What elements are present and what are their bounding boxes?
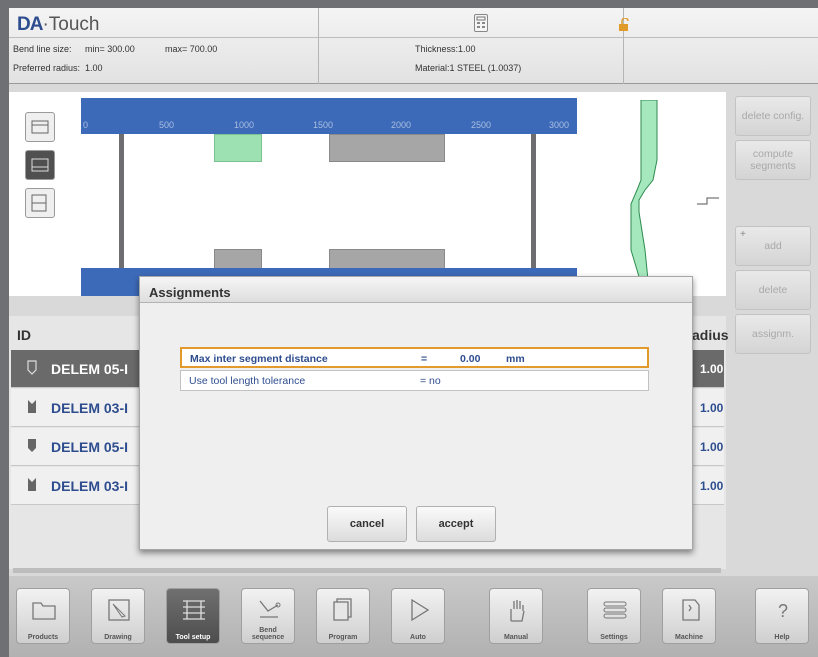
nav-bend-sequence[interactable]: Bend sequence xyxy=(241,588,295,644)
app-window: DA·Touch Bend line size: min= 300.00 max… xyxy=(9,8,818,657)
assignments-button[interactable]: assignm. xyxy=(735,314,811,354)
delete-button[interactable]: delete xyxy=(735,270,811,310)
column-header-radius: adius xyxy=(692,327,729,343)
add-button[interactable]: + add xyxy=(735,226,811,266)
cancel-button[interactable]: cancel xyxy=(327,506,407,542)
nav-label: Machine xyxy=(674,634,703,641)
column-header-id: ID xyxy=(17,327,31,343)
tool-radius: 1.00 xyxy=(700,479,724,493)
tool-profile-icon xyxy=(630,100,719,291)
program-icon xyxy=(333,598,352,621)
selected-punch-segment[interactable] xyxy=(214,134,262,162)
nav-auto[interactable]: Auto xyxy=(391,588,445,644)
field-unit: mm xyxy=(506,353,525,365)
die-icon xyxy=(28,400,36,413)
field-label: Use tool length tolerance xyxy=(189,375,306,387)
use-tool-length-tolerance-field[interactable]: Use tool length tolerance = no xyxy=(180,370,649,391)
calculator-icon[interactable] xyxy=(474,14,488,32)
bend-line-max: max= 700.00 xyxy=(165,44,218,54)
tool-radius: 1.00 xyxy=(700,362,724,376)
nav-label: sequence xyxy=(251,634,285,641)
nav-label: Manual xyxy=(503,634,529,641)
nav-label: Tool setup xyxy=(175,634,211,641)
die-segment[interactable] xyxy=(329,249,445,269)
die-segment[interactable] xyxy=(214,249,262,269)
header: DA·Touch Bend line size: min= 300.00 max… xyxy=(9,8,818,84)
machine-post-left xyxy=(119,134,124,268)
ruler-tick: 2500 xyxy=(471,120,492,130)
nav-label: Help xyxy=(774,634,790,641)
machine-icon xyxy=(682,599,700,621)
nav-settings[interactable]: Settings xyxy=(587,588,641,644)
ruler-tick: 500 xyxy=(159,120,175,130)
accept-button[interactable]: accept xyxy=(416,506,496,542)
drawing-icon xyxy=(108,599,130,621)
nav-help[interactable]: ? Help xyxy=(755,588,809,644)
machine-post-right xyxy=(531,134,536,268)
field-value: = no xyxy=(420,375,441,387)
svg-text:?: ? xyxy=(778,601,788,621)
max-inter-segment-distance-field[interactable]: Max inter segment distance = 0.00 mm xyxy=(180,347,649,368)
settings-icon xyxy=(603,601,627,619)
tool-drawing-area[interactable]: 0 500 1000 1500 2000 2500 3000 xyxy=(9,92,726,296)
nav-label: Auto xyxy=(410,634,426,641)
nav-products[interactable]: Products xyxy=(16,588,70,644)
field-value: 0.00 xyxy=(460,353,481,365)
punch-segment[interactable] xyxy=(329,134,445,162)
ruler-tick: 3000 xyxy=(549,120,570,130)
field-label: Max inter segment distance xyxy=(190,353,328,365)
punch-icon xyxy=(27,360,37,375)
nav-label: Drawing xyxy=(104,634,132,641)
preferred-radius-value: 1.00 xyxy=(85,63,103,73)
add-plus-icon: + xyxy=(740,229,746,240)
punch-icon xyxy=(28,439,36,452)
material: Material:1 STEEL (1.0037) xyxy=(415,63,522,73)
tool-id: DELEM 03-I xyxy=(51,400,129,416)
add-button-label: add xyxy=(764,240,782,252)
nav-label: Products xyxy=(27,634,59,641)
ruler-tick: 1000 xyxy=(234,120,255,130)
preferred-radius-label: Preferred radius: xyxy=(13,63,81,73)
ruler-tick: 2000 xyxy=(391,120,412,130)
nav-label: Settings xyxy=(600,634,628,641)
ruler-tick: 0 xyxy=(83,120,89,130)
nav-label: Bend xyxy=(259,627,277,634)
products-icon xyxy=(32,602,56,620)
auto-icon xyxy=(411,598,430,622)
punch-rail: 0 500 1000 1500 2000 2500 3000 xyxy=(81,98,577,134)
3d-view-icon[interactable] xyxy=(25,188,55,218)
logo: DA·Touch xyxy=(17,14,100,35)
nav-label: Program xyxy=(328,634,358,641)
help-icon: ? xyxy=(778,601,788,621)
delete-config-button[interactable]: delete config. xyxy=(735,96,811,136)
nav-machine[interactable]: Machine xyxy=(662,588,716,644)
thickness: Thickness:1.00 xyxy=(415,44,476,54)
tool-radius: 1.00 xyxy=(700,401,724,415)
nav-drawing[interactable]: Drawing xyxy=(91,588,145,644)
tool-id: DELEM 05-I xyxy=(51,361,129,377)
nav-program[interactable]: Program xyxy=(316,588,370,644)
unlock-icon[interactable] xyxy=(618,18,632,32)
nav-manual[interactable]: Manual xyxy=(489,588,543,644)
tool-setup-icon xyxy=(183,600,205,620)
tool-radius: 1.00 xyxy=(700,440,724,454)
tool-id: DELEM 05-I xyxy=(51,439,129,455)
bend-sequence-icon xyxy=(259,600,281,618)
bottom-navigation: Products Drawing Tool setup Bend sequenc… xyxy=(9,576,818,657)
ruler-tick: 1500 xyxy=(313,120,334,130)
horizontal-scrollbar[interactable] xyxy=(13,568,721,573)
bend-line-size-label: Bend line size: xyxy=(13,44,72,54)
die-icon xyxy=(28,478,36,491)
assignments-dialog: Assignments Max inter segment distance =… xyxy=(139,276,693,550)
nav-tool-setup[interactable]: Tool setup xyxy=(166,588,220,644)
dialog-title: Assignments xyxy=(140,277,692,303)
compute-segments-button[interactable]: compute segments xyxy=(735,140,811,180)
bend-line-min: min= 300.00 xyxy=(85,44,135,54)
side-view-icon[interactable] xyxy=(25,150,55,180)
front-view-icon[interactable] xyxy=(25,112,55,142)
manual-icon xyxy=(510,600,525,622)
tool-id: DELEM 03-I xyxy=(51,478,129,494)
field-equals: = xyxy=(421,353,428,365)
